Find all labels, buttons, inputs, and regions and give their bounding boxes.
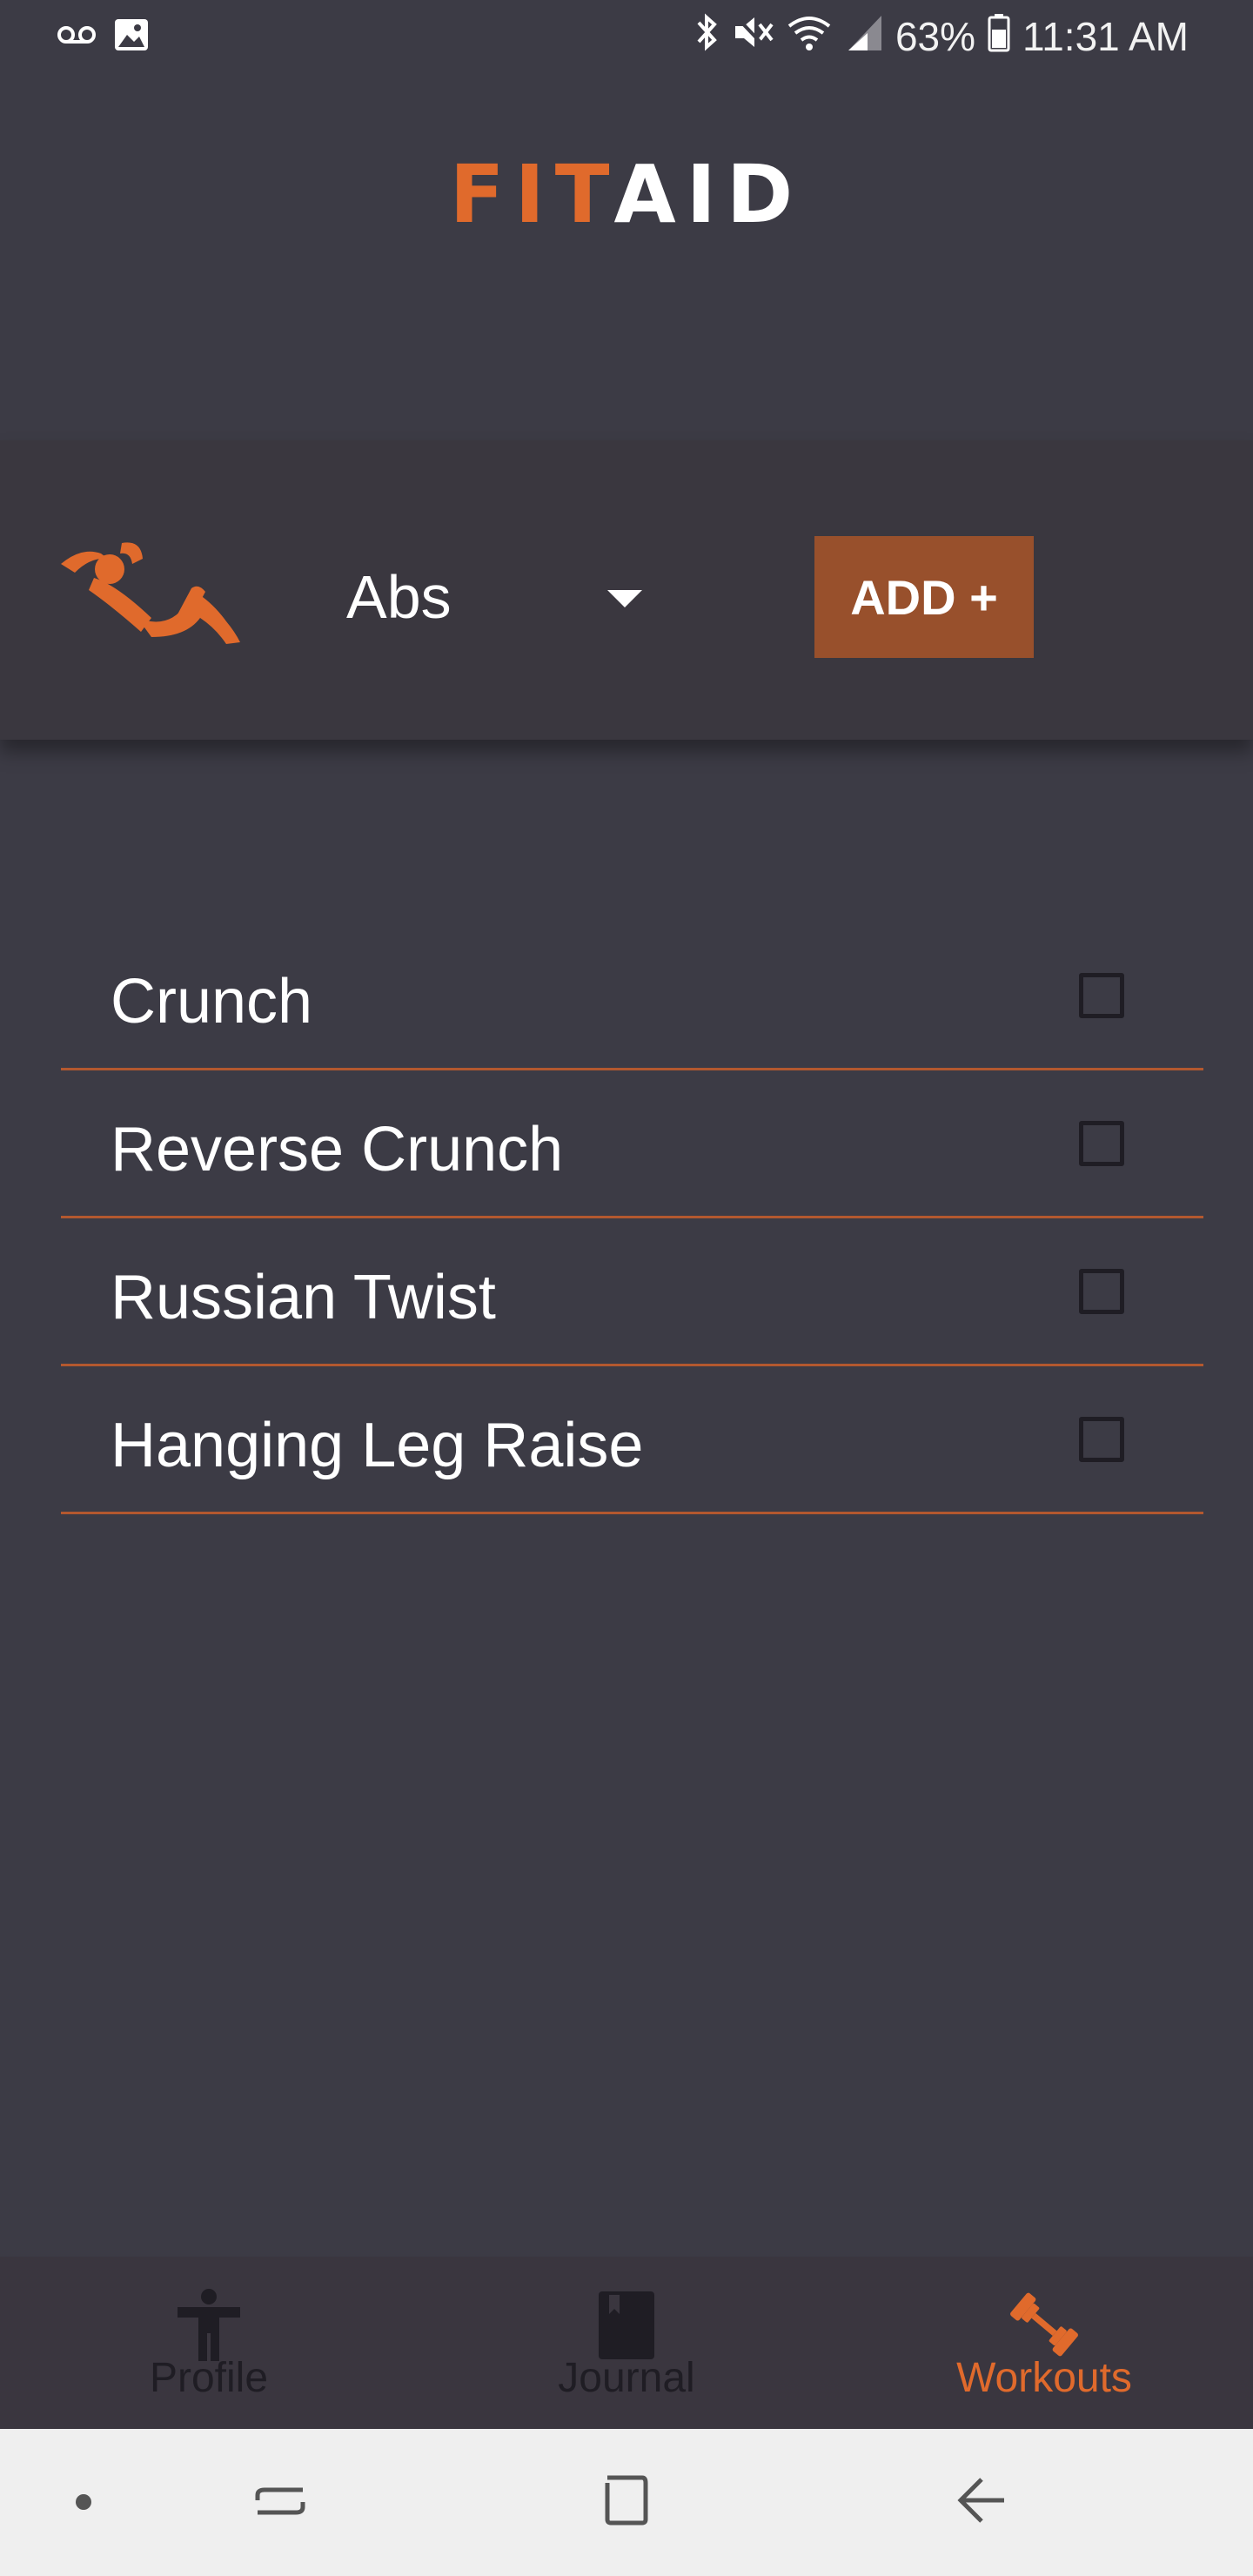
mute-icon (732, 12, 774, 62)
exercise-list: Crunch Reverse Crunch Russian Twist Hang… (61, 922, 1203, 1514)
recent-apps-icon[interactable] (254, 2474, 306, 2531)
bluetooth-icon (695, 12, 720, 62)
exercise-name: Russian Twist (111, 1263, 496, 1332)
battery-icon (988, 12, 1010, 62)
home-icon[interactable] (604, 2474, 656, 2531)
category-dropdown[interactable]: Abs (313, 553, 661, 641)
system-navigation-bar (0, 2429, 1253, 2576)
exercise-name: Crunch (111, 967, 313, 1036)
list-item[interactable]: Hanging Leg Raise (61, 1366, 1203, 1514)
nav-item-journal[interactable]: Journal (418, 2257, 835, 2429)
app-logo: FITAID (0, 148, 1253, 241)
dumbbell-icon (1008, 2288, 1081, 2361)
nav-item-workouts[interactable]: Workouts (835, 2257, 1253, 2429)
wifi-icon (786, 12, 833, 62)
person-icon (172, 2288, 245, 2361)
dot-icon[interactable] (75, 2493, 92, 2515)
add-exercise-button[interactable]: ADD + (814, 536, 1034, 658)
bottom-navigation: Profile Journal Workouts (0, 2257, 1253, 2429)
nav-item-profile[interactable]: Profile (0, 2257, 418, 2429)
category-selected-value: Abs (346, 563, 452, 631)
signal-icon (845, 12, 883, 62)
category-panel: Abs ADD + (0, 440, 1253, 740)
logo-fit: FIT (449, 148, 614, 241)
exercise-checkbox[interactable] (1079, 973, 1124, 1018)
battery-percent: 63% (895, 14, 976, 59)
nav-label-workouts: Workouts (956, 2355, 1132, 2401)
voicemail-icon (57, 24, 96, 50)
book-icon (590, 2288, 663, 2361)
back-icon[interactable] (955, 2474, 1008, 2531)
exercise-name: Reverse Crunch (111, 1115, 564, 1184)
image-icon (113, 17, 150, 57)
nav-label-profile: Profile (149, 2355, 269, 2401)
exercise-checkbox[interactable] (1079, 1269, 1124, 1314)
clock: 11:31 AM (1022, 14, 1189, 59)
logo-aid: AID (613, 148, 804, 241)
exercise-checkbox[interactable] (1079, 1417, 1124, 1462)
ab-crunch-figure-icon (56, 534, 244, 647)
nav-label-journal: Journal (558, 2355, 695, 2401)
status-bar: 63% 11:31 AM (0, 0, 1253, 73)
caret-down-icon (607, 590, 642, 607)
exercise-name: Hanging Leg Raise (111, 1411, 644, 1480)
list-item[interactable]: Russian Twist (61, 1218, 1203, 1366)
list-item[interactable]: Crunch (61, 922, 1203, 1070)
exercise-checkbox[interactable] (1079, 1121, 1124, 1166)
list-item[interactable]: Reverse Crunch (61, 1070, 1203, 1218)
